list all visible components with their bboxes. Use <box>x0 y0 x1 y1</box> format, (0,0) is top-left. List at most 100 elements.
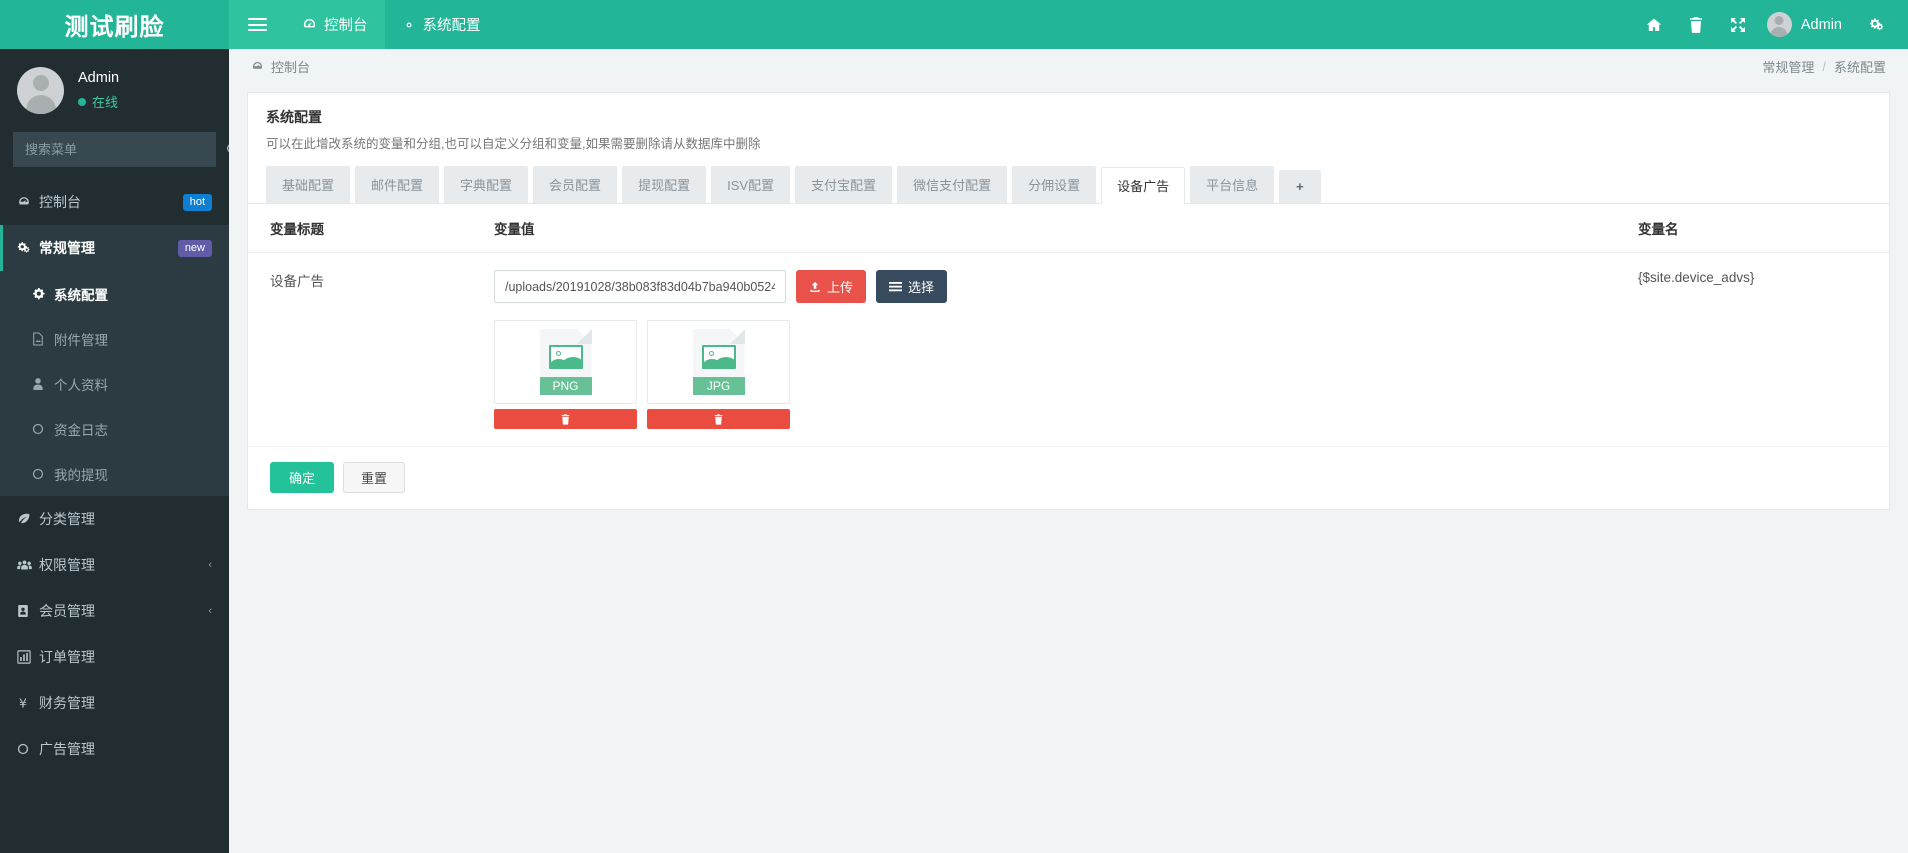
sidebar-item-label: 常规管理 <box>39 240 95 256</box>
tab-device-ads[interactable]: 设备广告 <box>1101 167 1186 204</box>
file-card: PNG <box>494 320 637 429</box>
upload-button-label: 上传 <box>827 280 854 295</box>
sidebar-item-general-management[interactable]: 常规管理 new <box>0 225 229 271</box>
dashboard-icon <box>251 60 264 73</box>
chevron-left-icon: ‹ <box>208 605 212 617</box>
sidebar-item-fund-log[interactable]: 资金日志 <box>0 406 229 451</box>
breadcrumb-item-system-config[interactable]: 系统配置 <box>1834 57 1886 76</box>
tab-withdraw-config[interactable]: 提现配置 <box>622 166 707 203</box>
file-thumbnail[interactable]: JPG <box>647 320 790 404</box>
sidebar-item-category-management[interactable]: 分类管理 <box>0 496 229 542</box>
tab-dictionary-config[interactable]: 字典配置 <box>444 166 529 203</box>
sidebar-item-dashboard[interactable]: 控制台 hot <box>0 179 229 225</box>
page-description: 可以在此增改系统的变量和分组,也可以自定义分组和变量,如果需要删除请从数据库中删… <box>266 137 761 151</box>
app-logo[interactable]: 测试刷脸 <box>0 0 229 49</box>
sidebar-item-label: 分类管理 <box>39 511 95 527</box>
reset-button[interactable]: 重置 <box>343 462 406 493</box>
nav-tab-system-config[interactable]: 系统配置 <box>384 0 498 49</box>
breadcrumb-item-general[interactable]: 常规管理 <box>1762 57 1814 76</box>
image-file-icon: PNG <box>539 329 592 395</box>
sidebar-item-label: 财务管理 <box>39 695 95 711</box>
nav-tab-system-config-label: 系统配置 <box>422 18 481 34</box>
id-card-icon <box>17 604 39 618</box>
sidebar-item-label: 资金日志 <box>54 422 108 438</box>
file-path-input[interactable] <box>494 270 786 303</box>
home-icon[interactable] <box>1633 0 1675 49</box>
fullscreen-icon[interactable] <box>1717 0 1759 49</box>
breadcrumb-home[interactable]: 控制台 <box>271 57 310 76</box>
sidebar-item-label: 控制台 <box>39 194 81 210</box>
bar-chart-icon <box>17 650 39 664</box>
column-header-value: 变量值 <box>494 204 1624 253</box>
sidebar-item-my-withdrawals[interactable]: 我的提现 <box>0 451 229 496</box>
uploaded-files-list: PNG JPG <box>494 320 1614 429</box>
user-name-label: Admin <box>1800 16 1842 33</box>
sidebar-user-panel: Admin 在线 <box>0 49 229 132</box>
sidebar-menu: 控制台 hot 常规管理 new 系统配置 附件管理 个人资料 资金日志 我的提… <box>0 179 229 772</box>
sidebar-user-status: 在线 <box>78 92 119 111</box>
tab-isv-config[interactable]: ISV配置 <box>711 166 791 203</box>
upload-button[interactable]: 上传 <box>796 270 867 303</box>
sidebar-item-advertising-management[interactable]: 广告管理 <box>0 726 229 772</box>
sidebar-search[interactable] <box>13 132 229 167</box>
yen-icon: ¥ <box>17 696 39 710</box>
file-extension-label: JPG <box>692 377 745 395</box>
sidebar-user-status-label: 在线 <box>92 95 119 110</box>
config-table: 变量标题 变量值 变量名 设备广告 /uploads/20191028/38b0… <box>248 204 1889 447</box>
svg-text:¥: ¥ <box>19 696 27 710</box>
file-image-icon <box>32 331 54 346</box>
cogs-icon[interactable] <box>1856 0 1898 49</box>
tab-mail-config[interactable]: 邮件配置 <box>355 166 440 203</box>
upload-icon <box>809 281 821 293</box>
circle-icon <box>32 423 54 435</box>
sidebar-item-finance-management[interactable]: ¥ 财务管理 <box>0 680 229 726</box>
sidebar-item-permission-management[interactable]: 权限管理 ‹ <box>0 542 229 588</box>
tab-platform-info[interactable]: 平台信息 <box>1190 166 1275 203</box>
sidebar-badge-new: new <box>177 239 212 257</box>
sidebar-item-system-config[interactable]: 系统配置 <box>0 271 229 316</box>
select-button[interactable]: 选择 <box>876 270 948 303</box>
file-card: JPG <box>647 320 790 429</box>
user-menu[interactable]: Admin <box>1759 12 1856 37</box>
tab-wechat-pay-config[interactable]: 微信支付配置 <box>897 166 1008 203</box>
sidebar-item-attachment-management[interactable]: 附件管理 <box>0 316 229 361</box>
user-icon <box>32 377 54 391</box>
tab-basic-config[interactable]: 基础配置 <box>266 166 351 203</box>
search-icon[interactable] <box>213 143 229 156</box>
trash-icon <box>714 413 723 425</box>
tab-member-config[interactable]: 会员配置 <box>533 166 618 203</box>
sidebar-toggle-button[interactable] <box>229 0 285 49</box>
tab-commission-config[interactable]: 分佣设置 <box>1012 166 1097 203</box>
cogs-icon <box>17 241 39 255</box>
delete-file-button[interactable] <box>494 409 637 429</box>
trash-icon[interactable] <box>1675 0 1717 49</box>
sidebar-item-label: 广告管理 <box>39 741 95 757</box>
users-icon <box>17 559 39 572</box>
image-file-icon: JPG <box>692 329 745 395</box>
column-header-name: 变量名 <box>1624 204 1889 253</box>
form-actions: 确定 重置 <box>248 447 1889 509</box>
dashboard-icon <box>17 195 39 209</box>
search-input[interactable] <box>13 142 213 157</box>
select-button-label: 选择 <box>908 280 935 295</box>
tab-alipay-config[interactable]: 支付宝配置 <box>795 166 893 203</box>
sidebar-item-profile[interactable]: 个人资料 <box>0 361 229 406</box>
file-extension-label: PNG <box>539 377 592 395</box>
sidebar-user-name: Admin <box>78 70 120 86</box>
sidebar-item-order-management[interactable]: 订单管理 <box>0 634 229 680</box>
breadcrumb: 控制台 常规管理 / 系统配置 <box>229 49 1908 84</box>
sidebar-item-label: 个人资料 <box>54 377 108 393</box>
delete-file-button[interactable] <box>647 409 790 429</box>
file-thumbnail[interactable]: PNG <box>494 320 637 404</box>
upload-controls: 上传 选择 <box>494 270 1614 303</box>
sidebar-item-member-management[interactable]: 会员管理 ‹ <box>0 588 229 634</box>
tab-add-button[interactable]: + <box>1279 170 1321 203</box>
avatar <box>1766 12 1792 37</box>
sidebar-item-label: 会员管理 <box>39 603 95 619</box>
submit-button[interactable]: 确定 <box>270 462 335 493</box>
hamburger-icon <box>247 15 267 35</box>
sidebar-item-label: 我的提现 <box>54 467 108 483</box>
sidebar-item-label: 权限管理 <box>39 557 95 573</box>
nav-tab-dashboard[interactable]: 控制台 <box>285 0 385 49</box>
trash-icon <box>561 413 570 425</box>
